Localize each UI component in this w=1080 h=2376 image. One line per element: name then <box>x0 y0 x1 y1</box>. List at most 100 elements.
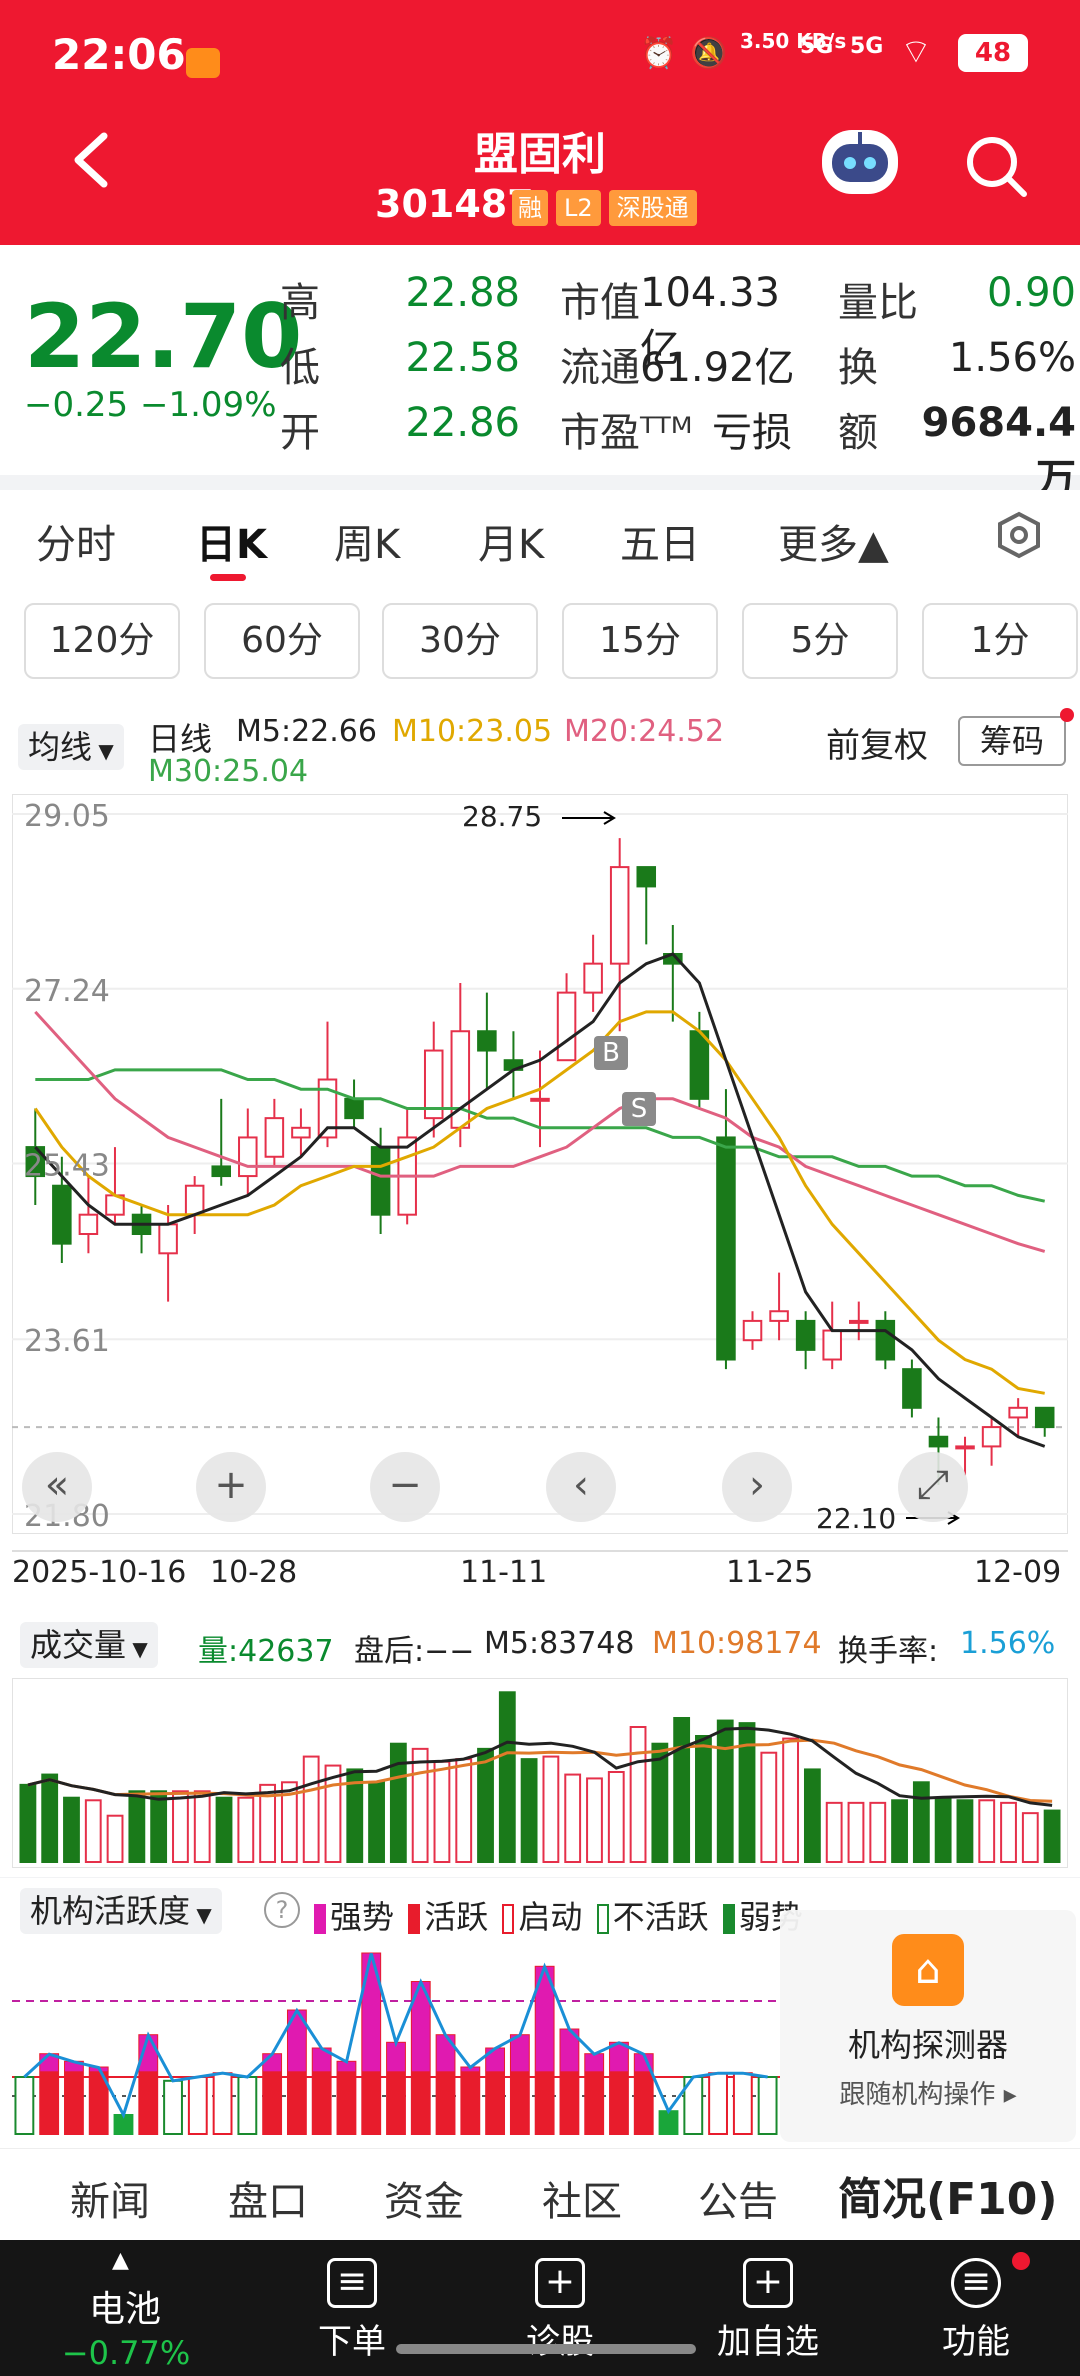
volume-bar <box>782 1737 800 1864</box>
volume-chart[interactable] <box>12 1678 1068 1868</box>
pill-1min[interactable]: 1分 <box>922 603 1078 679</box>
add-watchlist-button[interactable]: + 加自选 <box>698 2258 838 2363</box>
candle-body <box>583 962 603 994</box>
ma10-label: M10:23.05 <box>392 714 553 749</box>
fullscreen-button[interactable]: ⤢ <box>898 1452 968 1522</box>
signal-5g-1: 5G <box>800 34 834 59</box>
functions-label: 功能 <box>942 2322 1010 2362</box>
institution-selector[interactable]: 机构活跃度 ▼ <box>20 1888 222 1934</box>
pe-value: 亏损 <box>712 410 792 456</box>
tab-news[interactable]: 新闻 <box>70 2169 150 2227</box>
turnover-rate-value: 1.56% <box>960 1626 1056 1661</box>
sell-marker[interactable]: S <box>622 1092 656 1126</box>
add-icon: + <box>743 2258 793 2308</box>
institution-strong-segment <box>387 2042 405 2072</box>
price-change-pct: −1.09% <box>140 385 277 425</box>
scroll-right-button[interactable]: › <box>722 1452 792 1522</box>
indicator-selector[interactable]: 均线 ▼ <box>18 724 124 770</box>
low-value: 22.58 <box>405 335 520 381</box>
volume-bar <box>128 1790 146 1863</box>
badge-l2: L2 <box>556 190 601 226</box>
tab-more[interactable]: 更多▲ <box>778 512 889 570</box>
institution-chart[interactable] <box>12 1944 780 2144</box>
alarm-icon: ⏰ <box>640 36 678 71</box>
tab-orderbook[interactable]: 盘口 <box>228 2169 308 2227</box>
institution-bar <box>336 2060 357 2135</box>
institution-bar <box>757 2076 778 2135</box>
stock-code: 301487 <box>375 182 534 226</box>
tab-five-day[interactable]: 五日 <box>620 512 700 570</box>
volume-bar <box>193 1790 211 1863</box>
kline-panel: 均线 ▼ 日线 M5:22.66 M10:23.05 M20:24.52 M30… <box>0 700 1080 1620</box>
kline-chart[interactable]: 29.0527.2425.4323.6121.80 <box>12 794 1068 1534</box>
pill-60min[interactable]: 60分 <box>204 603 360 679</box>
volume-bar <box>891 1799 908 1863</box>
pill-120min[interactable]: 120分 <box>24 603 180 679</box>
legend-weak-swatch <box>722 1904 735 1934</box>
tab-community[interactable]: 社区 <box>542 2169 622 2227</box>
institution-strong-segment <box>510 2035 529 2072</box>
buy-marker[interactable]: B <box>594 1036 628 1070</box>
tab-weekly-k[interactable]: 周K <box>334 512 400 570</box>
ma20-label: M20:24.52 <box>564 714 725 749</box>
institution-detector-card[interactable]: ⌂ 机构探测器 跟随机构操作 ▸ <box>780 1910 1076 2142</box>
pill-5min[interactable]: 5分 <box>742 603 898 679</box>
pill-15min[interactable]: 15分 <box>562 603 718 679</box>
candle-body <box>344 1097 364 1120</box>
chip-button[interactable]: 筹码 <box>958 716 1066 766</box>
float-cap-value: 61.92亿 <box>640 345 795 391</box>
institution-bar <box>64 2060 84 2135</box>
volume-bar <box>847 1801 865 1863</box>
tab-profile-f10[interactable]: 简况(F10) <box>838 2163 1058 2227</box>
search-button[interactable] <box>962 132 1032 202</box>
candle-body <box>769 1310 789 1322</box>
legend-start: 启动 <box>518 1898 583 1936</box>
scroll-left-fast-button[interactable]: « <box>22 1452 92 1522</box>
institution-bar <box>237 2076 258 2135</box>
pill-30min[interactable]: 30分 <box>382 603 538 679</box>
diagnose-icon: + <box>535 2258 585 2308</box>
high-label: 高 <box>280 280 320 326</box>
tab-capital[interactable]: 资金 <box>384 2169 464 2227</box>
detector-subtitle: 跟随机构操作 ▸ <box>839 2080 1017 2110</box>
candle-body <box>902 1368 922 1409</box>
mute-icon: 🔕 <box>690 36 728 71</box>
candle-body <box>1034 1406 1055 1429</box>
legend-active-swatch <box>408 1904 421 1934</box>
candle-body <box>981 1426 1002 1448</box>
adjust-mode[interactable]: 前复权 <box>826 718 928 767</box>
candle-body <box>716 1136 736 1361</box>
zoom-in-button[interactable]: + <box>196 1452 266 1522</box>
hexagon-settings-icon <box>998 511 1040 559</box>
diagnose-label: 诊股 <box>526 2322 594 2362</box>
kline-y-ticks: 29.0527.2425.4323.6121.80 <box>24 799 110 1534</box>
volume-bar <box>825 1801 843 1863</box>
detector-title: 机构探测器 <box>847 2026 1008 2064</box>
functions-button[interactable]: ≡ 功能 <box>906 2258 1046 2363</box>
tab-monthly-k[interactable]: 月K <box>478 512 544 570</box>
pe-label: 市盈ᵀᵀᴹ <box>560 410 693 456</box>
turnover-rate-label: 换手率: <box>838 1634 939 1669</box>
volume-bar <box>63 1796 80 1863</box>
volume-bar <box>978 1799 996 1863</box>
tab-intraday[interactable]: 分时 <box>36 512 116 570</box>
tab-announcements[interactable]: 公告 <box>698 2169 778 2227</box>
high-arrow-icon <box>562 811 616 825</box>
volume-bar <box>84 1799 102 1863</box>
search-icon <box>967 137 1027 197</box>
tab-daily-k[interactable]: 日K <box>196 512 267 570</box>
chart-settings-button[interactable] <box>994 510 1044 560</box>
volume-ratio-value: 0.90 <box>986 270 1076 316</box>
stock-badges: 融 L2 深股通 <box>512 190 697 226</box>
help-icon[interactable]: ? <box>264 1892 300 1928</box>
volume-bar <box>389 1742 407 1863</box>
institution-strong-segment <box>585 2054 604 2072</box>
volume-selector[interactable]: 成交量 ▼ <box>20 1622 158 1668</box>
related-sector-label[interactable]: 电池 <box>60 2280 190 2332</box>
scroll-left-button[interactable]: ‹ <box>546 1452 616 1522</box>
institution-bar <box>14 2076 35 2135</box>
candle-body <box>1008 1406 1028 1419</box>
y-tick-label: 25.43 <box>24 1149 110 1184</box>
robot-assistant-button[interactable] <box>822 130 898 194</box>
zoom-out-button[interactable]: − <box>370 1452 440 1522</box>
